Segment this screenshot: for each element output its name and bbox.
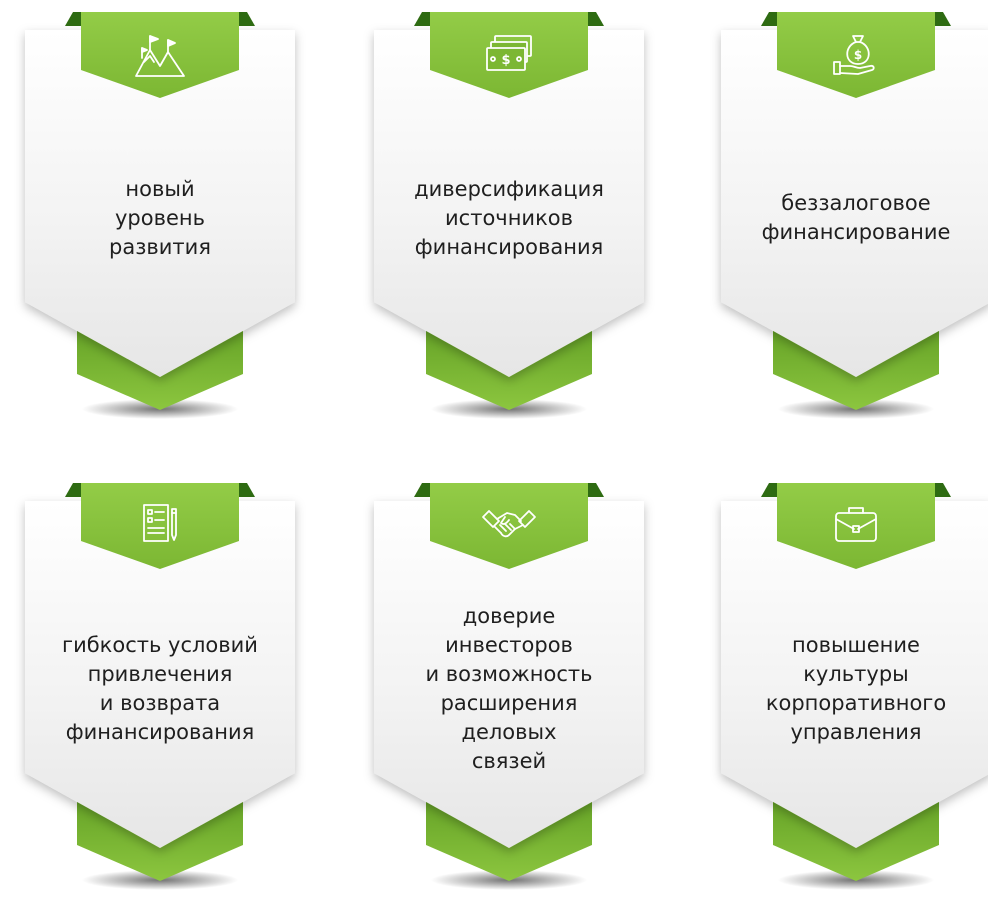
handshake-icon xyxy=(479,497,539,553)
svg-text:$: $ xyxy=(501,53,510,68)
card-label: повышение культуры корпоративного управл… xyxy=(765,633,947,744)
svg-text:$: $ xyxy=(854,48,862,62)
banknotes-icon: $ xyxy=(479,26,539,82)
card-label: беззалоговое финансирование xyxy=(761,191,951,244)
card-label: доверие инвесторов и возможность расшире… xyxy=(425,604,593,773)
mountains-flags-icon xyxy=(130,26,190,82)
card-investor-trust: доверие инвесторов и возможность расшире… xyxy=(374,483,644,903)
card-diversification: $ диверсификация источников финансирован… xyxy=(374,12,644,432)
briefcase-icon xyxy=(826,497,886,553)
card-label: гибкость условий привлечения и возврата … xyxy=(62,633,258,744)
card-label: диверсификация источников финансирования xyxy=(414,176,604,259)
document-pencil-icon xyxy=(130,497,190,553)
card-label: новый уровень развития xyxy=(109,176,211,259)
card-unsecured-financing: $ беззалоговое финансирование xyxy=(721,12,988,432)
money-bag-hand-icon: $ xyxy=(826,26,886,82)
card-flexible-terms: гибкость условий привлечения и возврата … xyxy=(25,483,295,903)
card-corporate-governance: повышение культуры корпоративного управл… xyxy=(721,483,988,903)
card-new-level: новый уровень развития xyxy=(25,12,295,432)
